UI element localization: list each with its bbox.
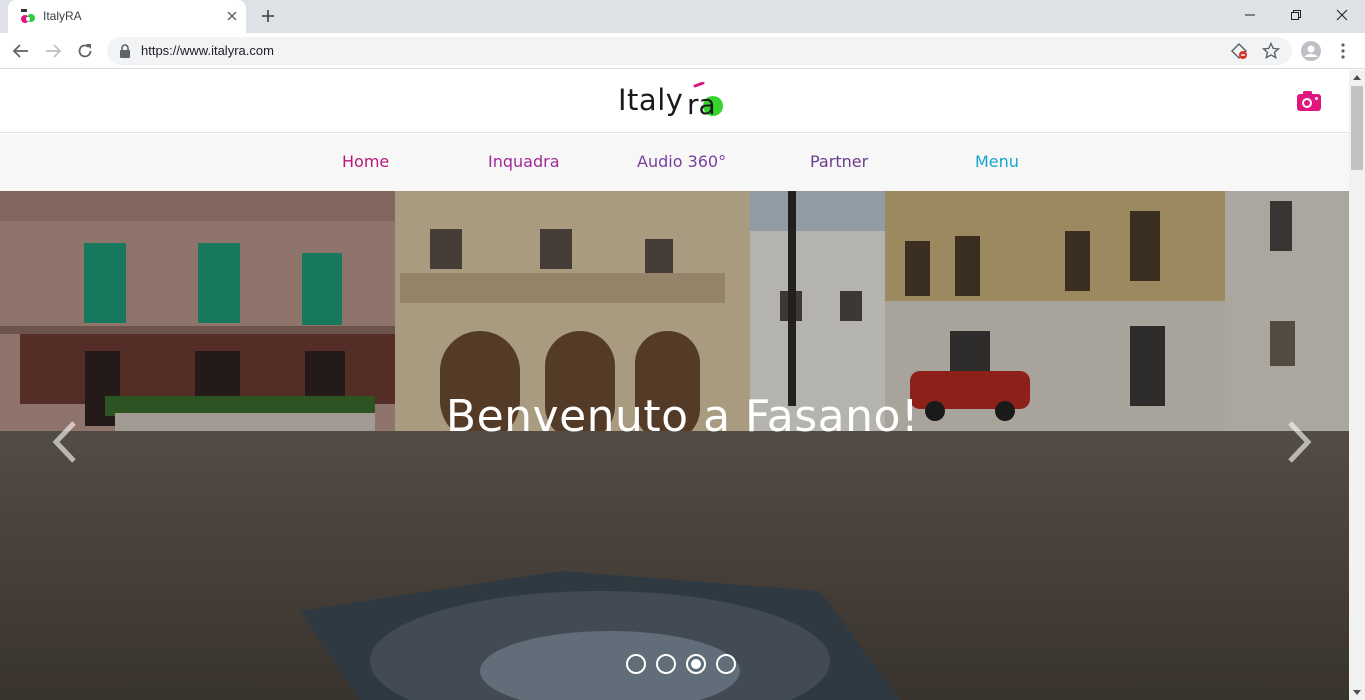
- close-tab-icon[interactable]: [224, 8, 240, 24]
- logo-mark-text: ra: [687, 88, 716, 118]
- carousel-indicators: [626, 654, 736, 674]
- arrow-left-icon: [12, 44, 28, 58]
- minimize-icon: [1245, 14, 1255, 16]
- site-permission-button[interactable]: [1229, 41, 1249, 61]
- forward-button[interactable]: [41, 39, 65, 63]
- blocked-content-icon: [1230, 42, 1248, 60]
- carousel-indicator-3[interactable]: [686, 654, 706, 674]
- camera-icon[interactable]: [1296, 90, 1322, 112]
- hero-carousel: Benvenuto a Fasano!: [0, 191, 1349, 700]
- carousel-indicator-4[interactable]: [716, 654, 736, 674]
- hero-title: Benvenuto a Fasano!: [445, 391, 920, 442]
- back-button[interactable]: [9, 39, 33, 63]
- bookmark-button[interactable]: [1261, 41, 1281, 61]
- nav-home[interactable]: Home: [342, 152, 389, 171]
- page-scrollbar[interactable]: [1349, 70, 1365, 700]
- hero-darken-overlay: [0, 191, 1349, 700]
- chevron-right-icon[interactable]: [1284, 419, 1314, 465]
- close-icon: [1336, 9, 1348, 21]
- lock-icon: [120, 44, 130, 58]
- avatar-icon: [1301, 41, 1321, 61]
- arrow-right-icon: [46, 44, 62, 58]
- url-text[interactable]: https://www.italyra.com: [141, 43, 274, 58]
- site-header: Italy ra: [0, 70, 1349, 133]
- carousel-indicator-1[interactable]: [626, 654, 646, 674]
- more-vertical-icon: [1341, 43, 1345, 59]
- chevron-left-icon[interactable]: [50, 419, 80, 465]
- restore-icon: [1291, 10, 1301, 20]
- tab-title: ItalyRA: [43, 9, 82, 23]
- new-tab-icon[interactable]: [258, 6, 278, 26]
- close-window-button[interactable]: [1319, 0, 1365, 30]
- site-navigation: Home Inquadra Audio 360° Partner Menu: [0, 134, 1349, 191]
- profile-button[interactable]: [1299, 39, 1323, 63]
- restore-button[interactable]: [1273, 0, 1319, 30]
- scroll-down-arrow-icon[interactable]: [1353, 690, 1361, 696]
- site-favicon-icon: [21, 9, 35, 23]
- logo-ra-mark: ra: [687, 82, 724, 118]
- scrollbar-thumb[interactable]: [1351, 86, 1363, 170]
- reload-button[interactable]: [73, 39, 97, 63]
- logo-text: Italy: [618, 83, 684, 117]
- browser-tab-strip: ItalyRA: [0, 0, 1365, 33]
- scroll-up-arrow-icon[interactable]: [1353, 74, 1361, 80]
- browser-toolbar: https://www.italyra.com: [0, 33, 1365, 69]
- minimize-button[interactable]: [1227, 0, 1273, 30]
- nav-audio-360[interactable]: Audio 360°: [637, 152, 726, 171]
- star-icon: [1262, 42, 1280, 60]
- reload-icon: [78, 44, 92, 58]
- site-logo[interactable]: Italy ra: [618, 82, 727, 118]
- web-page: Italy ra Home Inquadra Audio 360° Partne…: [0, 70, 1349, 700]
- nav-inquadra[interactable]: Inquadra: [488, 152, 560, 171]
- nav-menu[interactable]: Menu: [975, 152, 1019, 171]
- carousel-indicator-2[interactable]: [656, 654, 676, 674]
- nav-partner[interactable]: Partner: [810, 152, 868, 171]
- address-bar[interactable]: https://www.italyra.com: [107, 37, 1292, 65]
- browser-menu-button[interactable]: [1331, 39, 1355, 63]
- browser-tab[interactable]: ItalyRA: [8, 0, 246, 33]
